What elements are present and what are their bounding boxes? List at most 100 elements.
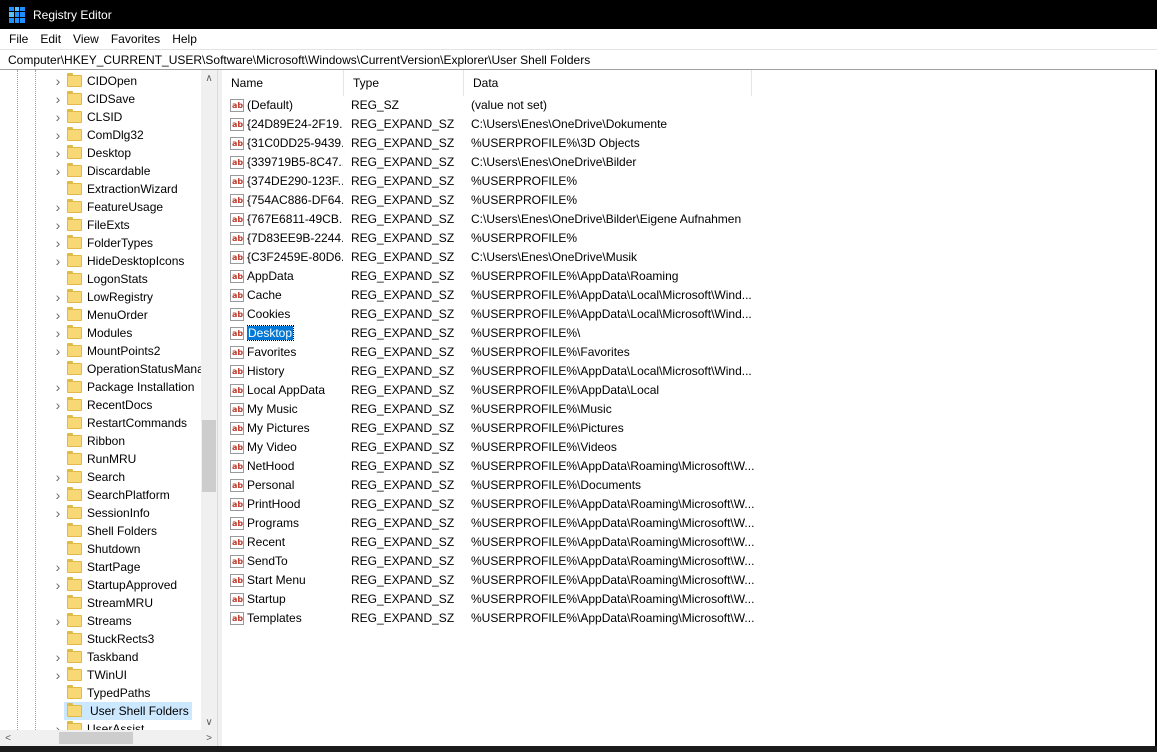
tree-item[interactable]: Ribbon — [0, 432, 201, 450]
tree-item[interactable]: StuckRects3 — [0, 630, 201, 648]
chevron-right-icon[interactable]: › — [53, 108, 63, 126]
chevron-right-icon[interactable]: › — [53, 306, 63, 324]
chevron-right-icon[interactable]: › — [53, 486, 63, 504]
menu-view[interactable]: View — [67, 29, 105, 49]
scroll-left-icon[interactable]: < — [0, 730, 16, 746]
value-name-cell[interactable]: Start Menu — [247, 571, 343, 590]
menu-file[interactable]: File — [3, 29, 34, 49]
chevron-right-icon[interactable]: › — [53, 252, 63, 270]
table-row[interactable]: ab Recent REG_EXPAND_SZ %USERPROFILE%\AppDa… — [222, 533, 1157, 552]
table-row[interactable]: ab History REG_EXPAND_SZ %USERPROFILE%\AppD… — [222, 362, 1157, 381]
tree-item[interactable]: › StartPage — [0, 558, 201, 576]
tree-item[interactable]: › Desktop — [0, 144, 201, 162]
value-name-cell[interactable]: My Pictures — [247, 419, 343, 438]
value-name-cell[interactable]: Startup — [247, 590, 343, 609]
table-row[interactable]: ab Desktop REG_EXPAND_SZ %USERPROFILE%\ — [222, 324, 1157, 343]
value-name-cell[interactable]: NetHood — [247, 457, 343, 476]
value-name-cell[interactable]: {C3F2459E-80D6... — [247, 248, 343, 267]
scroll-thumb-horizontal[interactable] — [59, 732, 133, 744]
tree-item[interactable]: TypedPaths — [0, 684, 201, 702]
tree-item[interactable]: › Taskband — [0, 648, 201, 666]
menu-edit[interactable]: Edit — [34, 29, 67, 49]
chevron-right-icon[interactable]: › — [53, 558, 63, 576]
table-row[interactable]: ab {31C0DD25-9439... REG_EXPAND_SZ %USERPRO… — [222, 134, 1157, 153]
tree-item[interactable]: › StartupApproved — [0, 576, 201, 594]
chevron-right-icon[interactable]: › — [53, 504, 63, 522]
table-row[interactable]: ab SendTo REG_EXPAND_SZ %USERPROFILE%\AppDa… — [222, 552, 1157, 571]
table-row[interactable]: ab {7D83EE9B-2244... REG_EXPAND_SZ %USERPRO… — [222, 229, 1157, 248]
tree-item[interactable]: › Search — [0, 468, 201, 486]
address-path[interactable]: Computer\HKEY_CURRENT_USER\Software\Micr… — [8, 53, 590, 67]
chevron-right-icon[interactable]: › — [53, 324, 63, 342]
tree-horizontal-scrollbar[interactable]: < > — [0, 730, 217, 746]
table-row[interactable]: ab My Video REG_EXPAND_SZ %USERPROFILE%\Vid… — [222, 438, 1157, 457]
chevron-right-icon[interactable]: › — [53, 198, 63, 216]
menu-help[interactable]: Help — [166, 29, 203, 49]
tree-item[interactable]: › RecentDocs — [0, 396, 201, 414]
table-row[interactable]: ab (Default) REG_SZ (value not set) — [222, 96, 1157, 115]
tree-item[interactable]: › HideDesktopIcons — [0, 252, 201, 270]
tree-item[interactable]: RunMRU — [0, 450, 201, 468]
tree-item[interactable]: › LowRegistry — [0, 288, 201, 306]
value-name-cell[interactable]: SendTo — [247, 552, 343, 571]
tree-item[interactable]: › CIDOpen — [0, 72, 201, 90]
value-name-cell[interactable]: {24D89E24-2F19... — [247, 115, 343, 134]
scroll-right-icon[interactable]: > — [201, 730, 217, 746]
scroll-down-icon[interactable]: ∨ — [201, 714, 217, 730]
value-name-cell[interactable]: PrintHood — [247, 495, 343, 514]
value-name-cell[interactable]: Favorites — [247, 343, 343, 362]
value-name-cell[interactable]: Templates — [247, 609, 343, 628]
chevron-right-icon[interactable]: › — [53, 648, 63, 666]
chevron-right-icon[interactable]: › — [53, 144, 63, 162]
tree-item[interactable]: ExtractionWizard — [0, 180, 201, 198]
table-row[interactable]: ab Personal REG_EXPAND_SZ %USERPROFILE%\Doc… — [222, 476, 1157, 495]
chevron-right-icon[interactable]: › — [53, 288, 63, 306]
chevron-right-icon[interactable]: › — [53, 162, 63, 180]
table-row[interactable]: ab Start Menu REG_EXPAND_SZ %USERPROFILE%\A… — [222, 571, 1157, 590]
tree-item[interactable]: › CLSID — [0, 108, 201, 126]
tree-item[interactable]: Shutdown — [0, 540, 201, 558]
value-name-cell[interactable]: Programs — [247, 514, 343, 533]
tree-item[interactable]: User Shell Folders — [0, 702, 201, 720]
column-data-header[interactable]: Data — [464, 70, 752, 96]
value-name-cell[interactable]: My Music — [247, 400, 343, 419]
tree-item[interactable]: OperationStatusMana — [0, 360, 201, 378]
tree-item[interactable]: › FeatureUsage — [0, 198, 201, 216]
tree-item[interactable]: › MenuOrder — [0, 306, 201, 324]
table-row[interactable]: ab Programs REG_EXPAND_SZ %USERPROFILE%\App… — [222, 514, 1157, 533]
value-name-cell[interactable]: {767E6811-49CB... — [247, 210, 343, 229]
chevron-right-icon[interactable]: › — [53, 342, 63, 360]
tree-item[interactable]: › FileExts — [0, 216, 201, 234]
chevron-right-icon[interactable]: › — [53, 576, 63, 594]
value-name-cell[interactable]: My Video — [247, 438, 343, 457]
column-name-header[interactable]: Name — [222, 70, 344, 96]
value-name-cell[interactable]: Personal — [247, 476, 343, 495]
chevron-right-icon[interactable]: › — [53, 72, 63, 90]
tree-item[interactable]: › UserAssist — [0, 720, 201, 730]
table-row[interactable]: ab PrintHood REG_EXPAND_SZ %USERPROFILE%\Ap… — [222, 495, 1157, 514]
table-row[interactable]: ab {339719B5-8C47... REG_EXPAND_SZ C:\Users… — [222, 153, 1157, 172]
table-row[interactable]: ab {754AC886-DF64... REG_EXPAND_SZ %USERPRO… — [222, 191, 1157, 210]
scroll-thumb[interactable] — [202, 420, 216, 492]
table-row[interactable]: ab My Music REG_EXPAND_SZ %USERPROFILE%\Mus… — [222, 400, 1157, 419]
table-row[interactable]: ab Favorites REG_EXPAND_SZ %USERPROFILE%\Fa… — [222, 343, 1157, 362]
chevron-right-icon[interactable]: › — [53, 720, 63, 730]
chevron-right-icon[interactable]: › — [53, 234, 63, 252]
key-tree[interactable]: › CIDOpen › CIDSave › CLSID › ComDlg32 › Desktop ›… — [0, 70, 201, 730]
tree-item[interactable]: › TWinUI — [0, 666, 201, 684]
value-name-cell[interactable]: {31C0DD25-9439... — [247, 134, 343, 153]
tree-item[interactable]: StreamMRU — [0, 594, 201, 612]
chevron-right-icon[interactable]: › — [53, 216, 63, 234]
tree-item[interactable]: RestartCommands — [0, 414, 201, 432]
tree-item[interactable]: › SessionInfo — [0, 504, 201, 522]
value-name-cell[interactable]: {754AC886-DF64... — [247, 191, 343, 210]
table-row[interactable]: ab Startup REG_EXPAND_SZ %USERPROFILE%\AppD… — [222, 590, 1157, 609]
value-name-cell[interactable]: (Default) — [247, 96, 343, 115]
menu-favorites[interactable]: Favorites — [105, 29, 166, 49]
value-name-cell[interactable]: {339719B5-8C47... — [247, 153, 343, 172]
table-row[interactable]: ab My Pictures REG_EXPAND_SZ %USERPROFILE%\… — [222, 419, 1157, 438]
values-list[interactable]: Name Type Data ab (Default) REG_SZ (value n… — [222, 70, 1157, 746]
table-row[interactable]: ab {C3F2459E-80D6... REG_EXPAND_SZ C:\Users… — [222, 248, 1157, 267]
chevron-right-icon[interactable]: › — [53, 90, 63, 108]
scroll-up-icon[interactable]: ∧ — [201, 70, 217, 86]
